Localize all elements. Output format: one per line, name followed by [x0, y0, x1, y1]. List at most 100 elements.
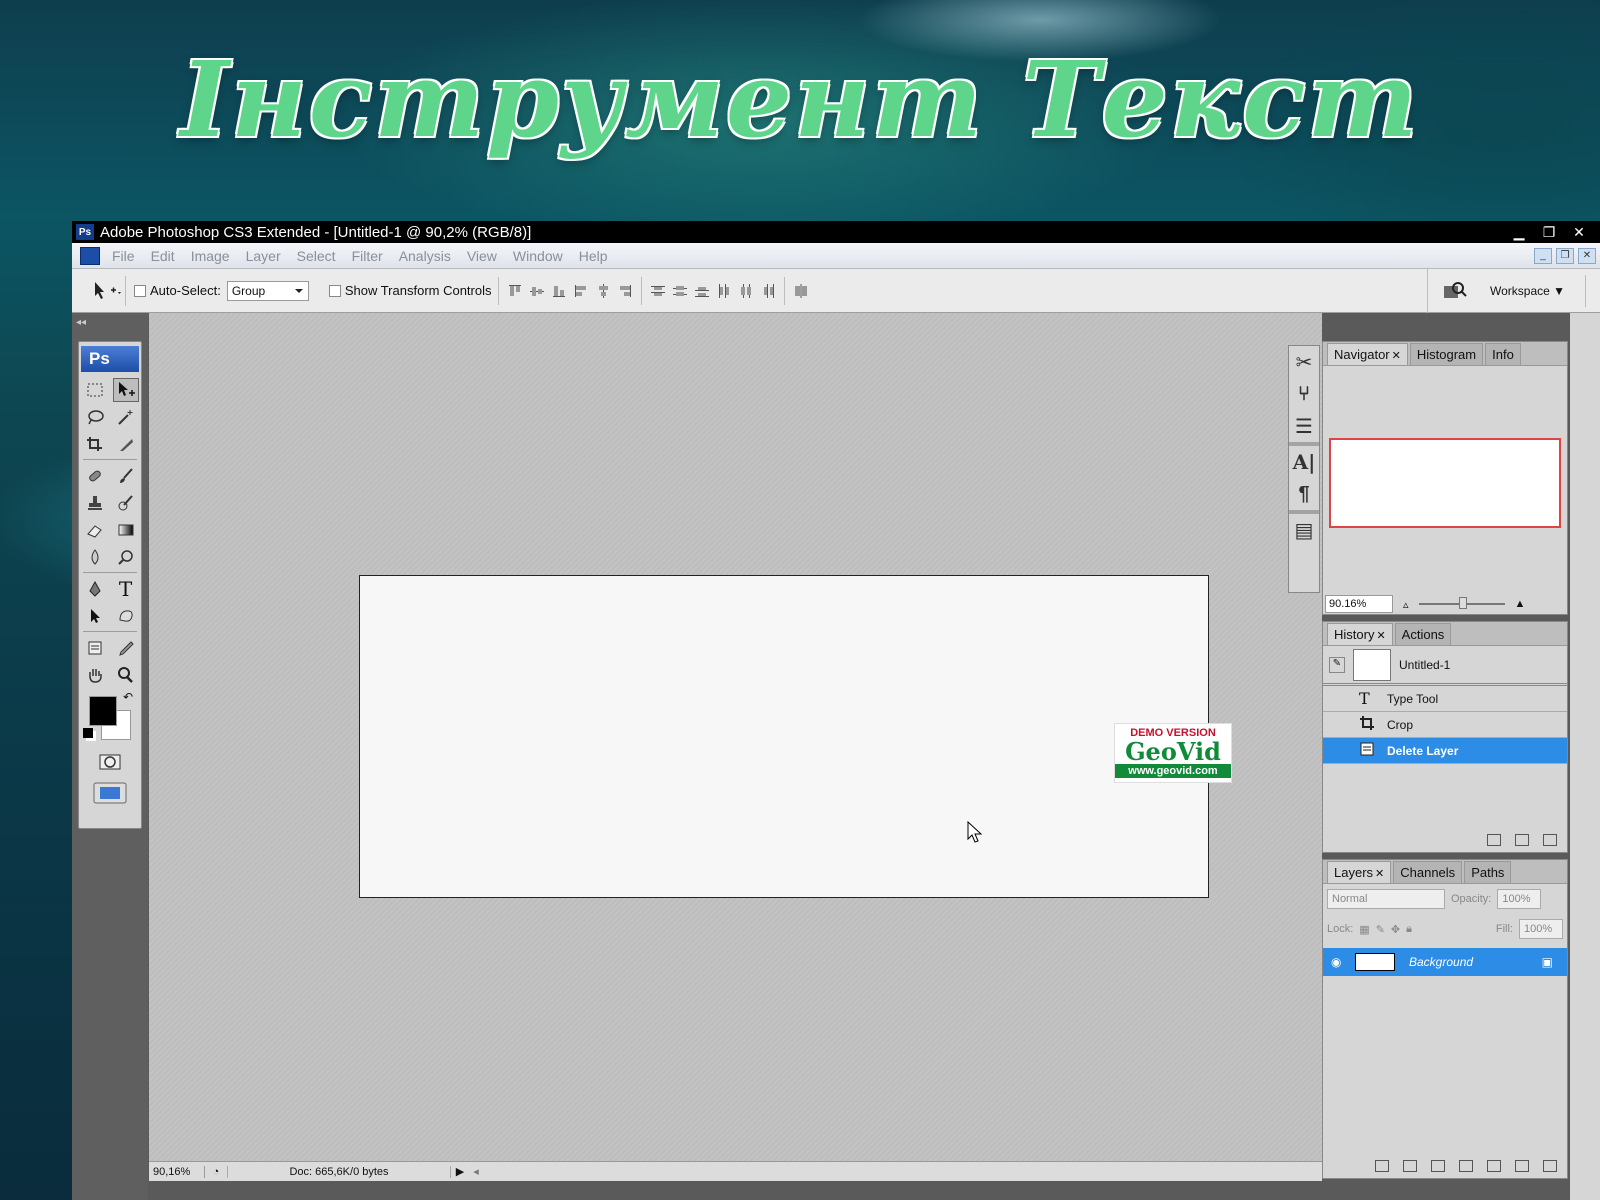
tool-presets-icon[interactable]: ✂ — [1289, 346, 1319, 378]
distribute-right-icon[interactable] — [760, 283, 776, 299]
zoom-tool-icon[interactable] — [113, 663, 139, 687]
auto-select-dropdown[interactable]: Group — [226, 280, 309, 301]
clone-source-icon[interactable]: ☰ — [1289, 410, 1319, 442]
menu-edit[interactable]: Edit — [143, 248, 183, 264]
tab-channels[interactable]: Channels — [1393, 861, 1463, 883]
align-hcenter-icon[interactable] — [595, 283, 611, 299]
quick-mask-icon[interactable] — [97, 750, 123, 774]
distribute-bottom-icon[interactable] — [694, 283, 710, 299]
lock-position-icon[interactable]: ✥ — [1391, 923, 1400, 936]
menu-select[interactable]: Select — [289, 248, 344, 264]
notes-tool-icon[interactable] — [82, 636, 108, 660]
document-icon[interactable] — [80, 246, 100, 265]
right-panel-scrollbar[interactable] — [1570, 313, 1600, 1200]
tab-paths[interactable]: Paths — [1464, 861, 1512, 883]
menu-image[interactable]: Image — [183, 248, 238, 264]
distribute-vcenter-icon[interactable] — [672, 283, 688, 299]
doc-close-button[interactable]: ✕ — [1578, 247, 1596, 264]
delete-state-icon[interactable] — [1543, 834, 1557, 846]
eraser-tool-icon[interactable] — [82, 518, 108, 542]
menu-analysis[interactable]: Analysis — [391, 248, 459, 264]
healing-brush-tool-icon[interactable] — [82, 464, 108, 488]
navigator-zoom-field[interactable]: 90.16% — [1325, 595, 1393, 613]
blend-mode-dropdown[interactable]: Normal — [1327, 889, 1445, 909]
maximize-button[interactable]: ❐ — [1538, 224, 1560, 240]
align-right-icon[interactable] — [617, 283, 633, 299]
auto-align-layers-icon[interactable] — [793, 283, 809, 299]
align-left-icon[interactable] — [573, 283, 589, 299]
menu-layer[interactable]: Layer — [238, 248, 289, 264]
layer-mask-icon[interactable] — [1431, 1160, 1445, 1172]
clone-stamp-tool-icon[interactable] — [82, 491, 108, 515]
distribute-top-icon[interactable] — [650, 283, 666, 299]
history-snapshot[interactable]: ✎ Untitled-1 — [1323, 646, 1567, 686]
visibility-eye-icon[interactable]: ◉ — [1331, 955, 1347, 969]
brushes-icon[interactable]: ⑂ — [1289, 378, 1319, 410]
move-tool-icon[interactable] — [112, 377, 139, 402]
magic-wand-tool-icon[interactable] — [113, 405, 139, 429]
bridge-icon[interactable] — [1442, 280, 1468, 302]
history-brush-tool-icon[interactable] — [113, 491, 139, 515]
history-step[interactable]: T Type Tool — [1323, 686, 1567, 712]
tab-info[interactable]: Info — [1485, 343, 1521, 365]
path-selection-tool-icon[interactable] — [82, 604, 108, 628]
crop-tool-icon[interactable] — [82, 432, 108, 456]
document-canvas[interactable] — [359, 575, 1209, 898]
tab-history[interactable]: History ✕ — [1327, 623, 1393, 645]
dodge-tool-icon[interactable] — [113, 545, 139, 569]
opacity-field[interactable]: 100% — [1497, 889, 1542, 909]
fill-field[interactable]: 100% — [1519, 919, 1563, 939]
default-colors-icon[interactable] — [83, 728, 93, 738]
distribute-left-icon[interactable] — [716, 283, 732, 299]
eyedropper-tool-icon[interactable] — [113, 636, 139, 660]
pen-tool-icon[interactable] — [82, 577, 108, 601]
status-menu-arrow-icon[interactable]: ▶ — [451, 1165, 469, 1178]
distribute-hcenter-icon[interactable] — [738, 283, 754, 299]
menu-view[interactable]: View — [459, 248, 505, 264]
blur-tool-icon[interactable] — [82, 545, 108, 569]
minimize-button[interactable]: ▁ — [1508, 224, 1530, 240]
new-group-icon[interactable] — [1487, 1160, 1501, 1172]
doc-restore-button[interactable]: ❐ — [1556, 247, 1574, 264]
new-snapshot-icon[interactable] — [1515, 834, 1529, 846]
lock-image-icon[interactable]: ✎ — [1376, 923, 1385, 936]
menu-window[interactable]: Window — [505, 248, 571, 264]
tab-histogram[interactable]: Histogram — [1409, 343, 1484, 365]
align-bottom-icon[interactable] — [551, 283, 567, 299]
menu-file[interactable]: File — [104, 248, 143, 264]
swap-colors-icon[interactable]: ↶ — [123, 690, 133, 704]
adjustment-layer-icon[interactable] — [1459, 1160, 1473, 1172]
history-step[interactable]: Crop — [1323, 712, 1567, 738]
horizontal-scroll-left-icon[interactable]: ◂ — [469, 1165, 483, 1178]
zoom-in-icon[interactable]: ▲ — [1515, 598, 1526, 610]
lock-all-icon[interactable]: 🔒︎ — [1406, 923, 1412, 936]
align-vcenter-icon[interactable] — [529, 283, 545, 299]
tool-preset-picker[interactable] — [86, 275, 126, 306]
status-settings-icon[interactable]: ◔ — [205, 1166, 227, 1178]
lasso-tool-icon[interactable] — [82, 405, 108, 429]
history-step-selected[interactable]: Delete Layer — [1323, 738, 1567, 764]
status-zoom[interactable]: 90,16% — [149, 1165, 205, 1178]
lock-transparent-icon[interactable]: ▦ — [1359, 923, 1369, 936]
history-brush-source-icon[interactable]: ✎ — [1329, 656, 1345, 673]
character-panel-icon[interactable]: A| — [1289, 446, 1319, 478]
collapse-toolbox-icon[interactable]: ◂◂ — [76, 317, 86, 328]
navigator-preview[interactable] — [1329, 438, 1561, 528]
auto-select-checkbox[interactable] — [134, 284, 146, 297]
screen-mode-icon[interactable] — [90, 781, 130, 805]
new-document-from-state-icon[interactable] — [1487, 834, 1501, 846]
layer-row-background[interactable]: ◉ Background ▣ — [1323, 948, 1567, 976]
delete-layer-button-icon[interactable] — [1543, 1160, 1557, 1172]
gradient-tool-icon[interactable] — [113, 518, 139, 542]
align-top-icon[interactable] — [507, 283, 523, 299]
brush-tool-icon[interactable] — [113, 464, 139, 488]
link-layers-icon[interactable] — [1375, 1160, 1389, 1172]
menu-help[interactable]: Help — [571, 248, 616, 264]
paragraph-panel-icon[interactable]: ¶ — [1289, 478, 1319, 510]
navigator-zoom-slider[interactable] — [1418, 597, 1505, 609]
doc-minimize-button[interactable]: _ — [1534, 247, 1552, 264]
marquee-tool-icon[interactable] — [82, 378, 108, 402]
close-button[interactable]: ✕ — [1568, 224, 1590, 240]
new-layer-icon[interactable] — [1515, 1160, 1529, 1172]
canvas-area[interactable]: DEMO VERSION GeoVid www.geovid.com — [149, 313, 1334, 1161]
